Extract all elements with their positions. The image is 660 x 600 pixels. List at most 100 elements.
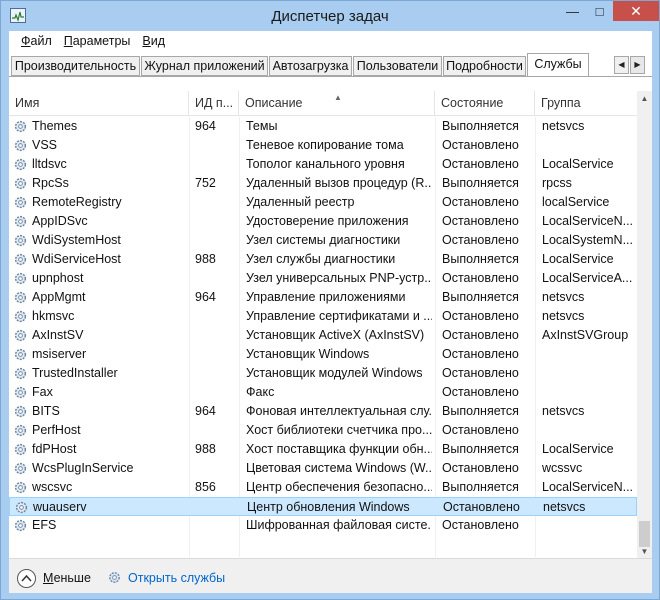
service-description: Теневое копирование тома	[246, 138, 404, 152]
service-name: fdPHost	[32, 442, 77, 456]
scroll-up-icon[interactable]: ▲	[637, 91, 652, 106]
service-pid: 964	[195, 119, 216, 133]
service-pid: 988	[195, 252, 216, 266]
service-pid	[195, 193, 237, 212]
service-row[interactable]: upnphost Узел универсальных PNP-устр... Ос…	[9, 269, 637, 288]
fewer-details-button[interactable]	[17, 569, 36, 588]
fewer-details-label[interactable]: Меньше	[43, 571, 91, 585]
service-name: RpcSs	[32, 176, 69, 190]
service-row[interactable]: VSS Теневое копирование тома Остановлено	[9, 136, 637, 155]
service-pid	[195, 269, 237, 288]
service-group	[542, 516, 635, 535]
service-description: Тополог канального уровня	[246, 157, 405, 171]
service-row[interactable]: AppIDSvc Удостоверение приложения Остановл…	[9, 212, 637, 231]
service-row[interactable]: WcsPlugInService Цветовая система Windows…	[9, 459, 637, 478]
service-pid: 856	[195, 480, 216, 494]
tab-users[interactable]: Пользователи	[353, 56, 442, 76]
service-pid	[195, 421, 237, 440]
service-row[interactable]: RpcSs 752 Удаленный вызов процедур (R... Вы…	[9, 174, 637, 193]
service-status: Остановлено	[442, 366, 519, 380]
service-group: LocalSystemN...	[542, 233, 634, 247]
service-row[interactable]: Themes 964 Темы Выполняется netsvcs	[9, 117, 637, 136]
service-row[interactable]: RemoteRegistry Удаленный реестр Остановлен…	[9, 193, 637, 212]
service-row[interactable]: WdiServiceHost 988 Узел службы диагностики…	[9, 250, 637, 269]
service-row[interactable]: fdPHost 988 Хост поставщика функции обн...…	[9, 440, 637, 459]
column-pid[interactable]: ИД п...	[189, 91, 239, 116]
service-row[interactable]: Fax Факс Остановлено	[9, 383, 637, 402]
title-bar[interactable]: Диспетчер задач — □ ✕	[1, 1, 659, 31]
service-row[interactable]: msiserver Установщик Windows Остановлено	[9, 345, 637, 364]
service-pid	[195, 326, 237, 345]
service-description: Установщик модулей Windows	[246, 366, 423, 380]
tab-performance[interactable]: Производительность	[11, 56, 140, 76]
service-status: Остановлено	[442, 518, 519, 532]
column-header: Имя ИД п... Описание Состояние Группа ▲	[9, 91, 637, 116]
service-name: TrustedInstaller	[32, 366, 118, 380]
scroll-down-icon[interactable]: ▼	[637, 544, 652, 559]
service-name: hkmsvc	[32, 309, 75, 323]
service-name: AppIDSvc	[32, 214, 88, 228]
service-group	[542, 364, 635, 383]
menu-options[interactable]: Параметры	[58, 34, 137, 48]
services-panel: Имя ИД п... Описание Состояние Группа ▲ …	[9, 76, 652, 559]
close-button[interactable]: ✕	[613, 1, 659, 21]
service-status: Остановлено	[442, 233, 519, 247]
column-group[interactable]: Группа	[535, 91, 637, 116]
menu-view[interactable]: Вид	[136, 34, 171, 48]
open-services-link[interactable]: Открыть службы	[128, 571, 225, 585]
service-group: netsvcs	[543, 500, 586, 514]
service-status: Выполняется	[442, 404, 519, 418]
service-status: Остановлено	[442, 328, 519, 342]
service-row[interactable]: AppMgmt 964 Управление приложениями Выполня…	[9, 288, 637, 307]
service-group: AxInstSVGroup	[542, 328, 629, 342]
service-description: Фоновая интеллектуальная слу...	[246, 404, 432, 418]
service-group: LocalServiceN...	[542, 480, 634, 494]
service-name: wuauserv	[33, 500, 87, 514]
service-pid	[195, 307, 237, 326]
service-row[interactable]: hkmsvc Управление сертификатами и ... Оста…	[9, 307, 637, 326]
tab-startup[interactable]: Автозагрузка	[269, 56, 352, 76]
maximize-button[interactable]: □	[586, 1, 613, 21]
service-name: Themes	[32, 119, 78, 133]
service-group: wcssvc	[542, 461, 583, 475]
column-status[interactable]: Состояние	[435, 91, 535, 116]
service-group: LocalService	[542, 157, 614, 171]
tab-scroll-left-icon[interactable]: ◀	[614, 56, 629, 74]
service-name: lltdsvc	[32, 157, 67, 171]
menu-file[interactable]: Файл	[15, 34, 58, 48]
service-pid	[195, 383, 237, 402]
column-name[interactable]: Имя	[9, 91, 189, 116]
service-row[interactable]: WdiSystemHost Узел системы диагностики Ост…	[9, 231, 637, 250]
sort-ascending-icon: ▲	[334, 93, 342, 102]
service-pid	[195, 345, 237, 364]
service-name: AxInstSV	[32, 328, 84, 342]
service-pid	[195, 136, 237, 155]
services-list: Themes 964 Темы Выполняется netsvcs VSS Тенево…	[9, 117, 637, 557]
service-row[interactable]: EFS Шифрованная файловая систе... Остановл…	[9, 516, 637, 535]
service-group: netsvcs	[542, 309, 585, 323]
service-row[interactable]: AxInstSV Установщик ActiveX (AxInstSV) Ост…	[9, 326, 637, 345]
service-row[interactable]: lltdsvc Тополог канального уровня Остановл…	[9, 155, 637, 174]
tab-details[interactable]: Подробности	[443, 56, 526, 76]
tab-app-history[interactable]: Журнал приложений	[141, 56, 268, 76]
tab-scroll-right-icon[interactable]: ▶	[630, 56, 645, 74]
service-row[interactable]: TrustedInstaller Установщик модулей Windo…	[9, 364, 637, 383]
service-row[interactable]: BITS 964 Фоновая интеллектуальная слу... Вы…	[9, 402, 637, 421]
tab-services[interactable]: Службы	[527, 53, 589, 77]
service-name: upnphost	[32, 271, 84, 285]
service-row[interactable]: wuauserv Центр обновления Windows Остановл…	[9, 497, 637, 516]
service-description: Управление приложениями	[246, 290, 406, 304]
service-pid: 964	[195, 404, 216, 418]
service-row[interactable]: wscsvc 856 Центр обеспечения безопасно... В…	[9, 478, 637, 497]
service-name: msiserver	[32, 347, 87, 361]
service-row[interactable]: PerfHost Хост библиотеки счетчика про... О…	[9, 421, 637, 440]
service-pid: 752	[195, 176, 216, 190]
service-status: Выполняется	[442, 176, 519, 190]
service-name: Fax	[32, 385, 53, 399]
minimize-button[interactable]: —	[559, 1, 586, 21]
service-status: Остановлено	[442, 423, 519, 437]
service-status: Остановлено	[442, 385, 519, 399]
service-pid: 988	[195, 442, 216, 456]
vertical-scrollbar[interactable]: ▲ ▼	[637, 91, 652, 559]
service-description: Удостоверение приложения	[246, 214, 409, 228]
